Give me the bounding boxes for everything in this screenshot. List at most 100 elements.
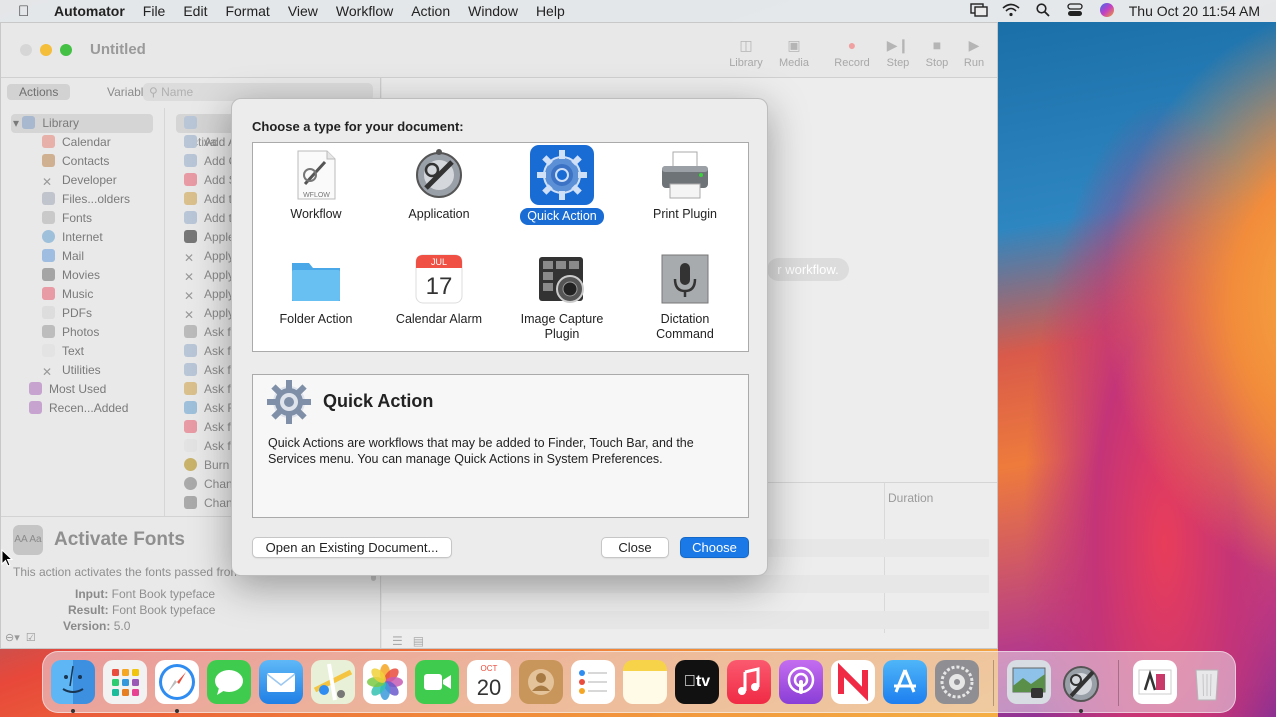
menu-file[interactable]: File	[143, 3, 166, 19]
action-item[interactable]: Chan	[184, 475, 233, 494]
podcasts-icon[interactable]	[779, 660, 823, 704]
library-root[interactable]: ▾ Library	[11, 114, 153, 133]
tab-actions[interactable]: Actions	[7, 84, 71, 100]
library-item-fonts[interactable]: Fonts	[42, 209, 92, 228]
library-item-contacts[interactable]: Contacts	[42, 152, 109, 171]
doc-type-application[interactable]: Application	[384, 148, 494, 223]
preview-icon[interactable]	[1007, 660, 1051, 704]
finder-icon[interactable]	[51, 660, 95, 704]
action-item[interactable]: ✕ Apply	[184, 304, 234, 323]
doc-type-workflow[interactable]: WFLOW Workflow	[261, 148, 371, 223]
action-item[interactable]: Add t	[184, 209, 232, 228]
close-button[interactable]: Close	[601, 537, 669, 558]
app-store-icon[interactable]	[883, 660, 927, 704]
doc-type-image-capture-plugin[interactable]: Image Capture Plugin	[507, 253, 617, 343]
trash-icon[interactable]	[1185, 660, 1229, 704]
system-preferences-icon[interactable]	[935, 660, 979, 704]
library-item-mail[interactable]: Mail	[42, 247, 84, 266]
menu-app-name[interactable]: Automator	[54, 3, 125, 19]
safari-icon[interactable]	[155, 660, 199, 704]
notes-icon[interactable]	[623, 660, 667, 704]
action-item[interactable]: ✕ Apply	[184, 266, 234, 285]
doc-type-dictation-command[interactable]: Dictation Command	[630, 253, 740, 343]
toolbar-run-button[interactable]: ▶ Run	[954, 37, 994, 69]
photos-icon[interactable]	[363, 660, 407, 704]
view-toggle-icon[interactable]: ☰ ▤	[392, 634, 424, 648]
action-item[interactable]: Apple	[184, 228, 235, 247]
doc-type-calendar-alarm[interactable]: JUL 17 Calendar Alarm	[384, 253, 494, 328]
action-options-icon[interactable]: ⊖▾ ☑	[5, 631, 36, 644]
contacts-icon[interactable]	[519, 660, 563, 704]
action-item[interactable]: Ask F	[184, 399, 235, 418]
action-item[interactable]: Burn	[184, 456, 229, 475]
tv-icon[interactable]: tv	[675, 660, 719, 704]
input-label: Input:	[75, 587, 109, 601]
maps-icon[interactable]	[311, 660, 355, 704]
library-item-pdfs[interactable]: PDFs	[42, 304, 92, 323]
menu-help[interactable]: Help	[536, 3, 565, 19]
font-book-icon[interactable]	[1133, 660, 1177, 704]
toolbar-library-button[interactable]: ◫ Library	[726, 37, 766, 69]
library-item-internet[interactable]: Internet	[42, 228, 103, 247]
library-item-music[interactable]: Music	[42, 285, 93, 304]
doc-type-quick-action[interactable]: Quick Action	[507, 145, 617, 225]
menu-clock[interactable]: Thu Oct 20 11:54 AM	[1129, 3, 1260, 19]
open-existing-document-button[interactable]: Open an Existing Document...	[252, 537, 452, 558]
action-item[interactable]: Add C	[184, 152, 237, 171]
control-center-icon[interactable]	[1059, 2, 1091, 20]
messages-icon[interactable]	[207, 660, 251, 704]
action-item[interactable]: ✕ Apply	[184, 285, 234, 304]
action-item[interactable]: Ask fo	[184, 361, 237, 380]
menu-view[interactable]: View	[288, 3, 318, 19]
menu-workflow[interactable]: Workflow	[336, 3, 393, 19]
mail-icon[interactable]	[259, 660, 303, 704]
wifi-icon[interactable]	[995, 3, 1027, 20]
launchpad-icon[interactable]	[103, 660, 147, 704]
action-item[interactable]: Ask fo	[184, 380, 237, 399]
spotlight-search-icon[interactable]	[1027, 2, 1059, 20]
library-item-calendar[interactable]: Calendar	[42, 133, 111, 152]
action-item[interactable]: Ask fo	[184, 437, 237, 456]
action-item[interactable]: ✕ Apply	[184, 247, 234, 266]
toolbar-record-button[interactable]: ● Record	[832, 37, 872, 69]
library-item-movies[interactable]: Movies	[42, 266, 100, 285]
log-duration-header[interactable]: Duration	[888, 491, 933, 505]
toolbar-media-button[interactable]: ▣ Media	[774, 37, 814, 69]
action-item[interactable]: Ask fo	[184, 418, 237, 437]
library-item-files-folders[interactable]: Files...olders	[42, 190, 130, 209]
action-item[interactable]: Ask fo	[184, 342, 237, 361]
library-item-developer[interactable]: ✕ Developer	[42, 171, 117, 190]
action-item[interactable]: Ask fo	[184, 323, 237, 342]
reminders-icon[interactable]	[571, 660, 615, 704]
menu-window[interactable]: Window	[468, 3, 518, 19]
screen-mirroring-icon[interactable]	[963, 2, 995, 20]
library-item-photos[interactable]: Photos	[42, 323, 99, 342]
doc-type-print-plugin[interactable]: Print Plugin	[630, 148, 740, 223]
music-icon[interactable]	[727, 660, 771, 704]
library-item-utilities[interactable]: ✕ Utilities	[42, 361, 101, 380]
library-item-most-used[interactable]: Most Used	[29, 380, 106, 399]
action-item[interactable]: Activa	[176, 114, 236, 149]
doc-type-folder-action[interactable]: Folder Action	[261, 253, 371, 328]
calendar-icon[interactable]: OCT 20	[467, 660, 511, 704]
choose-button[interactable]: Choose	[680, 537, 749, 558]
action-item[interactable]: Add S	[184, 171, 237, 190]
action-item[interactable]: Add t	[184, 190, 232, 209]
menu-action[interactable]: Action	[411, 3, 450, 19]
action-item[interactable]: Chan	[184, 494, 233, 513]
apple-menu-icon[interactable]: 	[18, 3, 36, 20]
library-item-text[interactable]: Text	[42, 342, 84, 361]
siri-icon[interactable]	[1091, 2, 1123, 21]
toolbar-step-button[interactable]: ▶❙ Step	[878, 37, 918, 69]
automator-icon[interactable]	[1059, 660, 1103, 704]
minimize-window-button[interactable]	[40, 44, 52, 56]
toolbar-stop-button[interactable]: ■ Stop	[917, 37, 957, 69]
menu-format[interactable]: Format	[225, 3, 269, 19]
menu-edit[interactable]: Edit	[183, 3, 207, 19]
action-item[interactable]: Add A	[184, 133, 236, 152]
library-item-recently-added[interactable]: Recen...Added	[29, 399, 128, 418]
zoom-window-button[interactable]	[60, 44, 72, 56]
news-icon[interactable]	[831, 660, 875, 704]
close-window-button[interactable]	[20, 44, 32, 56]
facetime-icon[interactable]	[415, 660, 459, 704]
